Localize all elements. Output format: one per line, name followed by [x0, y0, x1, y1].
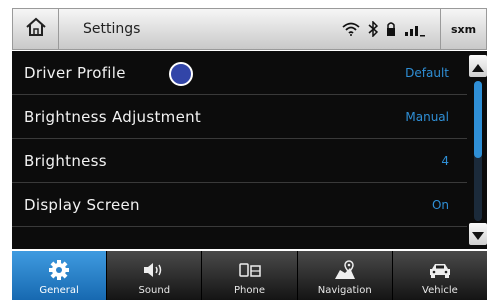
tab-label: Phone — [234, 285, 265, 296]
tab-sound[interactable]: Sound — [107, 251, 203, 300]
list-item-label: Brightness Adjustment — [24, 108, 202, 126]
bottom-tab-bar: General Sound Phone Navigation Vehicle — [12, 251, 488, 300]
list-item-value: 4 — [441, 154, 449, 168]
signal-icon — [404, 21, 426, 37]
tab-label: Navigation — [317, 285, 372, 296]
scroll-thumb[interactable] — [474, 81, 482, 158]
tab-phone[interactable]: Phone — [202, 251, 298, 300]
tab-general[interactable]: General — [12, 251, 108, 300]
list-item-value: Manual — [405, 110, 449, 124]
list-item-label: Brightness — [24, 152, 107, 170]
car-icon — [428, 256, 452, 284]
bluetooth-icon — [368, 21, 378, 37]
list-item-brightness[interactable]: Brightness 4 — [12, 139, 467, 183]
tab-label: Sound — [138, 285, 171, 296]
settings-list: Driver Profile Default Brightness Adjust… — [12, 51, 467, 249]
list-item-driver-profile[interactable]: Driver Profile Default — [12, 51, 467, 95]
triangle-down-icon — [472, 225, 484, 244]
home-icon — [25, 17, 47, 41]
speaker-icon — [143, 256, 165, 284]
scroll-track[interactable] — [474, 81, 482, 221]
gear-icon — [49, 256, 70, 284]
settings-screen: Settings sxm Driver Profile Default Brig… — [0, 0, 495, 300]
phone-icon — [238, 256, 261, 284]
list-item-display-screen[interactable]: Display Screen On — [12, 183, 467, 227]
tab-vehicle[interactable]: Vehicle — [392, 251, 488, 300]
scrollbar[interactable] — [467, 51, 487, 249]
cursor-indicator — [169, 62, 193, 86]
list-item-brightness-adjustment[interactable]: Brightness Adjustment Manual — [12, 95, 467, 139]
list-item-label: Driver Profile — [24, 64, 126, 82]
list-item-label: Display Screen — [24, 196, 140, 214]
tab-label: Vehicle — [422, 285, 458, 296]
wifi-icon — [342, 22, 360, 36]
tab-navigation[interactable]: Navigation — [297, 251, 393, 300]
page-title: Settings — [83, 21, 141, 37]
list-item-value: On — [431, 198, 449, 212]
scroll-down-button[interactable] — [469, 223, 487, 245]
sxm-button[interactable]: sxm — [440, 9, 486, 49]
list-item-value: Default — [405, 66, 449, 80]
home-button[interactable] — [13, 9, 59, 49]
tab-label: General — [39, 285, 79, 296]
triangle-up-icon — [472, 57, 484, 76]
lock-icon — [386, 21, 396, 37]
map-icon — [333, 256, 357, 284]
scroll-up-button[interactable] — [469, 55, 487, 77]
header-bar: Settings sxm — [12, 8, 487, 50]
status-icons — [342, 9, 426, 49]
list-item-partial — [12, 227, 467, 249]
